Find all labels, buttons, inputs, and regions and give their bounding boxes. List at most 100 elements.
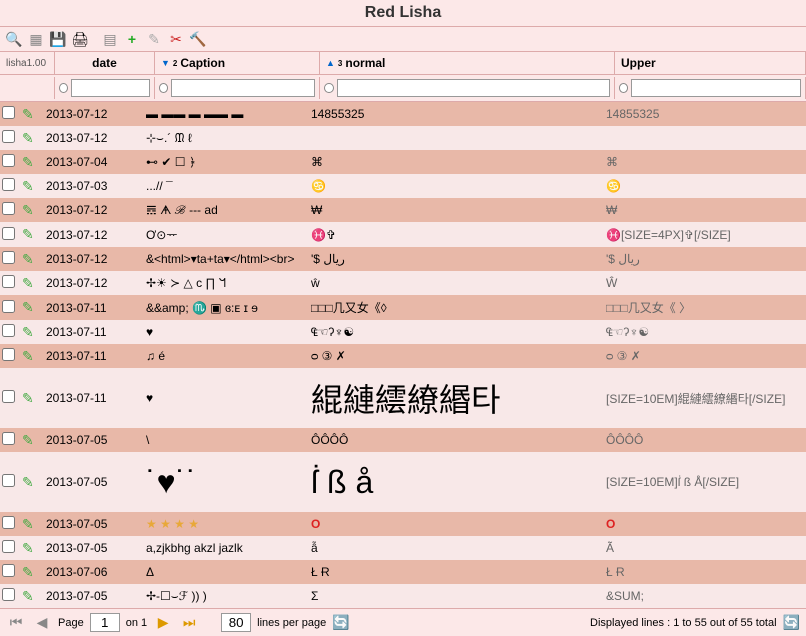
refresh-icon[interactable]: 🔄 (783, 614, 800, 631)
prev-page-icon[interactable]: ◀ (32, 614, 52, 632)
caption-filter[interactable] (171, 79, 315, 97)
footer: ⏮ ◀ Page on 1 ▶ ⏭ lines per page 🔄 Displ… (0, 608, 806, 636)
upper-cell: Ã (600, 537, 806, 559)
normal-cell: ᴑ ③ ✗ (305, 345, 600, 367)
upper-cell: [SIZE=10EM]緄縺繧繚緡타[/SIZE] (600, 386, 806, 411)
upper-filter[interactable] (631, 79, 801, 97)
caption-cell: ⊷ ✔ ☐ ﴿ (140, 151, 305, 173)
page-label: Page (58, 617, 84, 629)
table-row: ✎2013-07-06ΔŁ ɌŁ Ɍ (0, 560, 806, 584)
normal-cell: ẛ ß å (305, 460, 600, 505)
row-checkbox[interactable] (2, 588, 15, 601)
filter-clear-icon[interactable] (619, 83, 628, 93)
edit-row-icon[interactable]: ✎ (22, 432, 34, 448)
upper-cell: ♓[SIZE=4PX]✞[/SIZE] (600, 224, 806, 246)
caption-cell: ...// ¯ (140, 175, 305, 197)
row-checkbox[interactable] (2, 564, 15, 577)
cut-icon[interactable]: ✂ (167, 30, 185, 48)
edit-row-icon[interactable]: ✎ (22, 540, 34, 556)
row-checkbox[interactable] (2, 324, 15, 337)
row-checkbox[interactable] (2, 106, 15, 119)
caption-header[interactable]: ▼2 Caption (155, 52, 320, 74)
grid-icon[interactable]: ▤ (101, 30, 119, 48)
first-page-icon[interactable]: ⏮ (6, 614, 26, 632)
upper-cell: 14855325 (600, 103, 806, 125)
print-icon[interactable]: 🖨 (71, 30, 89, 48)
row-checkbox[interactable] (2, 432, 15, 445)
row-checkbox[interactable] (2, 516, 15, 529)
data-table: ✎2013-07-12▬ ▬▬ ▬ ▬▬ ▬1485532514855325✎2… (0, 102, 806, 608)
row-checkbox[interactable] (2, 202, 15, 215)
row-checkbox[interactable] (2, 178, 15, 191)
edit-row-icon[interactable]: ✎ (22, 202, 34, 218)
normal-cell: Σ (305, 585, 600, 607)
filter-clear-icon[interactable] (159, 83, 168, 93)
edit-row-icon[interactable]: ✎ (22, 588, 34, 604)
table-row: ✎2013-07-12⊹⌣.´ ᙢ ℓ (0, 126, 806, 150)
caption-cell: ▬ ▬▬ ▬ ▬▬ ▬ (140, 103, 305, 125)
table-row: ✎2013-07-11♫ éᴑ ③ ✗ᴑ ③ ✗ (0, 344, 806, 368)
normal-cell: ÔÔÔÔ (305, 429, 600, 451)
edit-row-icon[interactable]: ✎ (22, 106, 34, 122)
edit-row-icon[interactable]: ✎ (22, 324, 34, 340)
filter-row (0, 75, 806, 102)
edit-row-icon[interactable]: ✎ (22, 226, 34, 242)
edit-row-icon[interactable]: ✎ (22, 275, 34, 291)
edit-row-icon[interactable]: ✎ (22, 154, 34, 170)
normal-cell: '$ ريال (305, 248, 600, 270)
edit-row-icon[interactable]: ✎ (22, 516, 34, 532)
row-checkbox[interactable] (2, 275, 15, 288)
upper-cell: '$ ريال (600, 248, 806, 270)
row-checkbox[interactable] (2, 154, 15, 167)
row-checkbox[interactable] (2, 251, 15, 264)
row-checkbox[interactable] (2, 300, 15, 313)
date-cell: 2013-07-05 (40, 429, 140, 451)
row-checkbox[interactable] (2, 474, 15, 487)
edit-row-icon[interactable]: ✎ (22, 178, 34, 194)
table-row: ✎2013-07-12𝌋 ᗗ ℬ --- ad₩₩ (0, 198, 806, 222)
row-checkbox[interactable] (2, 130, 15, 143)
normal-cell: □□□几又女《◊ (305, 295, 600, 320)
last-page-icon[interactable]: ⏭ (179, 614, 199, 632)
caption-cell: ✢☀ ≻ △ c ∏ ᖻ (140, 272, 305, 295)
normal-cell: ⌘ (305, 151, 600, 173)
normal-header[interactable]: ▲3 normal (320, 52, 615, 74)
refresh-icon[interactable]: 🔄 (332, 614, 349, 631)
edit-icon[interactable]: ✎ (145, 30, 163, 48)
upper-header[interactable]: Upper (615, 52, 806, 74)
date-header[interactable]: date (55, 52, 155, 74)
list-icon[interactable]: ▦ (27, 30, 45, 48)
caption-cell: a,zjkbhg akzl jazlk (140, 537, 305, 559)
row-checkbox[interactable] (2, 227, 15, 240)
save-icon[interactable]: 💾 (49, 30, 67, 48)
normal-cell: Ł Ɍ (305, 561, 600, 583)
row-checkbox[interactable] (2, 348, 15, 361)
filter-clear-icon[interactable] (324, 83, 334, 93)
date-cell: 2013-07-12 (40, 127, 140, 149)
caption-cell: &<html>▾ta+ta▾</html><br> (140, 248, 305, 270)
edit-row-icon[interactable]: ✎ (22, 390, 34, 406)
page-input[interactable] (90, 613, 120, 632)
hammer-icon[interactable]: 🔨 (189, 30, 207, 48)
next-page-icon[interactable]: ▶ (153, 614, 173, 632)
table-row: ✎2013-07-12✢☀ ≻ △ c ∏ ᖻŵŴ (0, 271, 806, 295)
edit-row-icon[interactable]: ✎ (22, 474, 34, 490)
upper-cell: ♋ (600, 175, 806, 197)
add-icon[interactable]: + (123, 30, 141, 48)
normal-filter[interactable] (337, 79, 610, 97)
table-row: ✎2013-07-12&<html>▾ta+ta▾</html><br>'$ ر… (0, 247, 806, 271)
edit-row-icon[interactable]: ✎ (22, 299, 34, 315)
date-filter[interactable] (71, 79, 150, 97)
search-icon[interactable]: 🔍 (5, 30, 23, 48)
upper-cell: ₠☜ʔ♆☯ (600, 321, 806, 343)
lines-per-page-input[interactable] (221, 613, 251, 632)
edit-row-icon[interactable]: ✎ (22, 130, 34, 146)
filter-clear-icon[interactable] (59, 83, 68, 93)
date-cell: 2013-07-11 (40, 321, 140, 343)
edit-row-icon[interactable]: ✎ (22, 348, 34, 364)
row-checkbox[interactable] (2, 390, 15, 403)
row-checkbox[interactable] (2, 540, 15, 553)
edit-row-icon[interactable]: ✎ (22, 564, 34, 580)
edit-row-icon[interactable]: ✎ (22, 251, 34, 267)
table-row: ✎2013-07-05★ ★ ★ ★OO (0, 512, 806, 536)
